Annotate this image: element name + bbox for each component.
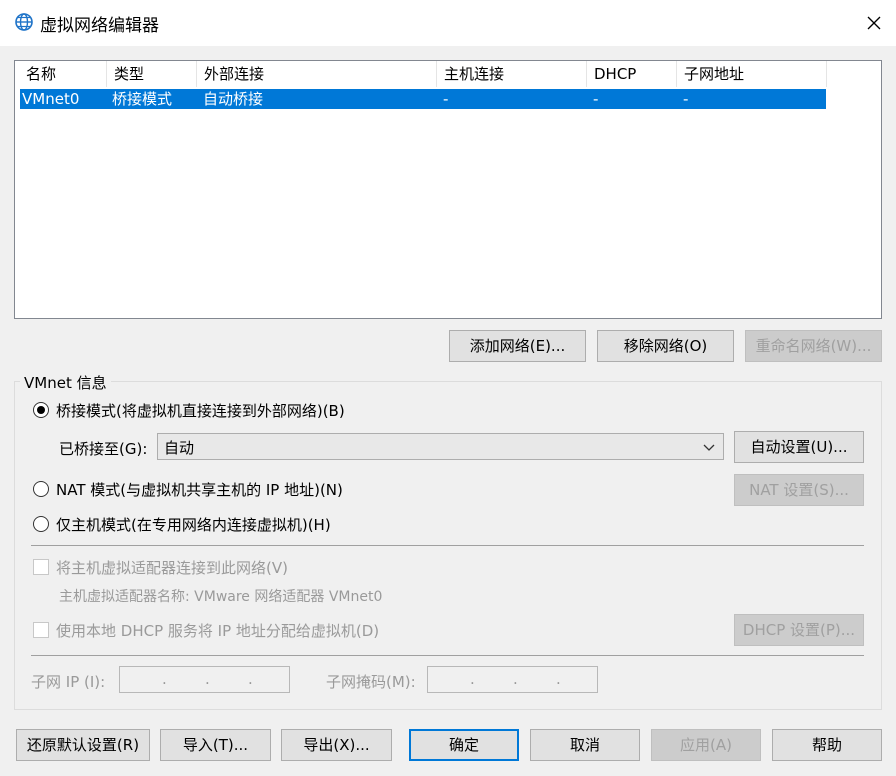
host-only-radio[interactable] xyxy=(33,516,49,532)
chevron-down-icon xyxy=(703,444,715,451)
subnet-ip-input[interactable]: . . . xyxy=(119,666,290,693)
nat-mode-label[interactable]: NAT 模式(与虚拟机共享主机的 IP 地址)(N) xyxy=(56,479,343,500)
close-button[interactable] xyxy=(850,0,896,46)
use-dhcp-label[interactable]: 使用本地 DHCP 服务将 IP 地址分配给虚拟机(D) xyxy=(56,620,379,641)
help-button[interactable]: 帮助 xyxy=(772,729,882,761)
adapter-name-text: 主机虚拟适配器名称: VMware 网络适配器 VMnet0 xyxy=(59,589,383,605)
separator xyxy=(31,655,864,656)
bridged-to-select[interactable]: 自动 xyxy=(157,433,724,460)
bridged-to-label: 已桥接至(G): xyxy=(59,440,148,458)
separator xyxy=(31,545,864,546)
cell-dhcp: - xyxy=(593,90,599,108)
use-dhcp-checkbox[interactable] xyxy=(33,622,49,638)
restore-defaults-button[interactable]: 还原默认设置(R) xyxy=(16,729,150,761)
column-header-type[interactable]: 类型 xyxy=(107,61,197,87)
ip-dot: . xyxy=(205,670,210,688)
network-list[interactable]: 名称 类型 外部连接 主机连接 DHCP 子网地址 VMnet0 桥接模式 自动… xyxy=(14,60,882,319)
host-only-label[interactable]: 仅主机模式(在专用网络内连接虚拟机)(H) xyxy=(56,514,331,535)
column-header-dhcp[interactable]: DHCP xyxy=(587,61,677,87)
ip-dot: . xyxy=(513,670,518,688)
connect-adapter-checkbox[interactable] xyxy=(33,559,49,575)
column-header-host[interactable]: 主机连接 xyxy=(437,61,587,87)
cell-host: - xyxy=(443,90,449,108)
import-button[interactable]: 导入(T)... xyxy=(160,729,271,761)
bridged-to-value: 自动 xyxy=(164,439,195,457)
export-button[interactable]: 导出(X)... xyxy=(281,729,392,761)
nat-settings-button[interactable]: NAT 设置(S)... xyxy=(734,474,864,506)
bridged-mode-label[interactable]: 桥接模式(将虚拟机直接连接到外部网络)(B) xyxy=(56,400,345,421)
ip-dot: . xyxy=(162,670,167,688)
add-network-button[interactable]: 添加网络(E)... xyxy=(449,330,586,362)
subnet-mask-input[interactable]: . . . xyxy=(427,666,598,693)
remove-network-button[interactable]: 移除网络(O) xyxy=(597,330,734,362)
subnet-mask-label: 子网掩码(M): xyxy=(326,673,416,691)
dhcp-settings-button[interactable]: DHCP 设置(P)... xyxy=(734,614,864,646)
ip-dot: . xyxy=(556,670,561,688)
window-title: 虚拟网络编辑器 xyxy=(40,16,159,36)
connect-adapter-label[interactable]: 将主机虚拟适配器连接到此网络(V) xyxy=(56,557,288,578)
ip-dot: . xyxy=(248,670,253,688)
subnet-ip-label: 子网 IP (I): xyxy=(31,673,106,691)
rename-network-button[interactable]: 重命名网络(W)... xyxy=(745,330,882,362)
ok-button[interactable]: 确定 xyxy=(409,729,519,761)
title-bar: 虚拟网络编辑器 xyxy=(0,0,896,46)
column-header-subnet[interactable]: 子网地址 xyxy=(677,61,827,87)
column-header-external[interactable]: 外部连接 xyxy=(197,61,437,87)
vmnet-info-title: VMnet 信息 xyxy=(20,372,111,393)
table-row[interactable]: VMnet0 桥接模式 自动桥接 - - - xyxy=(20,89,826,109)
network-globe-icon xyxy=(14,12,34,32)
auto-settings-button[interactable]: 自动设置(U)... xyxy=(734,431,864,463)
cell-external: 自动桥接 xyxy=(203,90,264,108)
cell-name: VMnet0 xyxy=(22,90,80,108)
column-header-name[interactable]: 名称 xyxy=(19,61,107,87)
close-icon xyxy=(867,16,881,30)
bridged-mode-radio[interactable] xyxy=(33,402,49,418)
ip-dot: . xyxy=(470,670,475,688)
cell-type: 桥接模式 xyxy=(112,90,173,108)
nat-mode-radio[interactable] xyxy=(33,481,49,497)
cancel-button[interactable]: 取消 xyxy=(530,729,640,761)
apply-button[interactable]: 应用(A) xyxy=(651,729,761,761)
cell-subnet: - xyxy=(683,90,689,108)
